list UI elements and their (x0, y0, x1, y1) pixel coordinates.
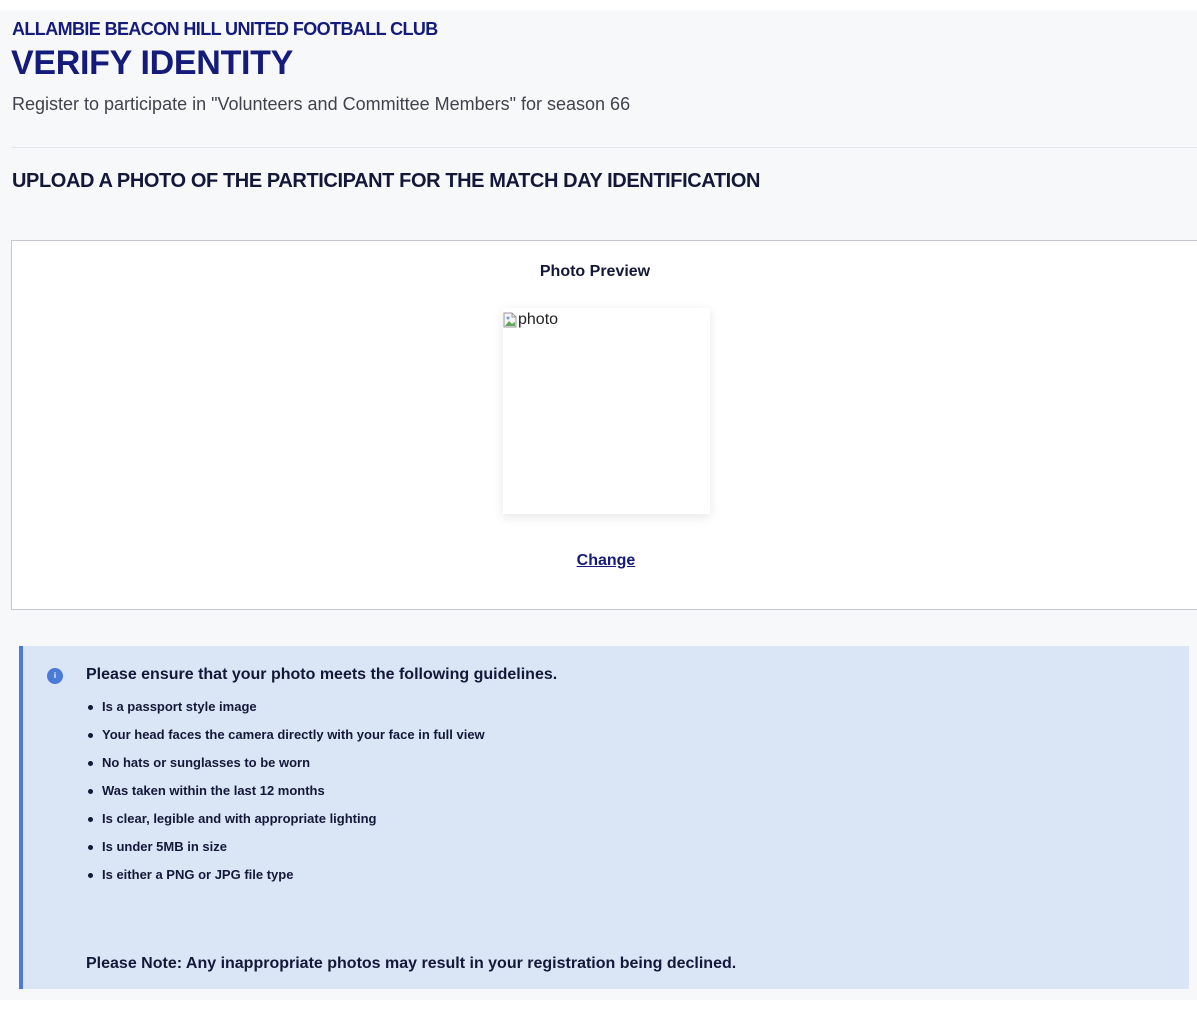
guideline-text: Was taken within the last 12 months (102, 783, 325, 798)
bullet-icon (88, 817, 93, 822)
change-photo-link[interactable]: Change (0, 552, 1197, 570)
bullet-icon (88, 705, 93, 710)
guideline-item: Is either a PNG or JPG file type (86, 861, 485, 889)
page-title: VERIFY IDENTITY (11, 44, 294, 82)
section-divider (12, 147, 1197, 148)
bullet-icon (88, 733, 93, 738)
guideline-text: Is a passport style image (102, 699, 257, 714)
registration-page: ALLAMBIE BEACON HILL UNITED FOOTBALL CLU… (0, 10, 1197, 1000)
guideline-text: No hats or sunglasses to be worn (102, 755, 311, 770)
guideline-text: Is under 5MB in size (102, 839, 227, 854)
guideline-item: No hats or sunglasses to be worn (86, 749, 485, 777)
photo-alt-text: photo (518, 311, 559, 328)
guideline-item: Was taken within the last 12 months (86, 777, 485, 805)
photo-preview-label: Photo Preview (539, 263, 651, 280)
upload-section-heading: UPLOAD A PHOTO OF THE PARTICIPANT FOR TH… (12, 170, 761, 192)
bullet-icon (88, 761, 93, 766)
guideline-item: Your head faces the camera directly with… (86, 721, 485, 749)
guideline-item: Is under 5MB in size (86, 833, 485, 861)
guidelines-note: Please Note: Any inappropriate photos ma… (86, 955, 737, 972)
club-name: ALLAMBIE BEACON HILL UNITED FOOTBALL CLU… (12, 19, 438, 39)
photo-guidelines-notice: i Please ensure that your photo meets th… (19, 646, 1189, 989)
page-subtitle: Register to participate in "Volunteers a… (12, 94, 631, 114)
guideline-item: Is a passport style image (86, 693, 485, 721)
photo-preview-frame: photo (503, 308, 710, 514)
guidelines-heading: Please ensure that your photo meets the … (86, 666, 558, 683)
guideline-text: Is clear, legible and with appropriate l… (102, 811, 377, 826)
broken-image-icon (503, 312, 517, 328)
bullet-icon (88, 845, 93, 850)
guidelines-list: Is a passport style image Your head face… (86, 693, 485, 889)
info-icon: i (47, 668, 63, 684)
guideline-text: Is either a PNG or JPG file type (102, 867, 294, 882)
guideline-text: Your head faces the camera directly with… (102, 727, 485, 742)
bullet-icon (88, 789, 93, 794)
bullet-icon (88, 873, 93, 878)
photo-preview-image: photo (503, 311, 558, 329)
guideline-item: Is clear, legible and with appropriate l… (86, 805, 485, 833)
